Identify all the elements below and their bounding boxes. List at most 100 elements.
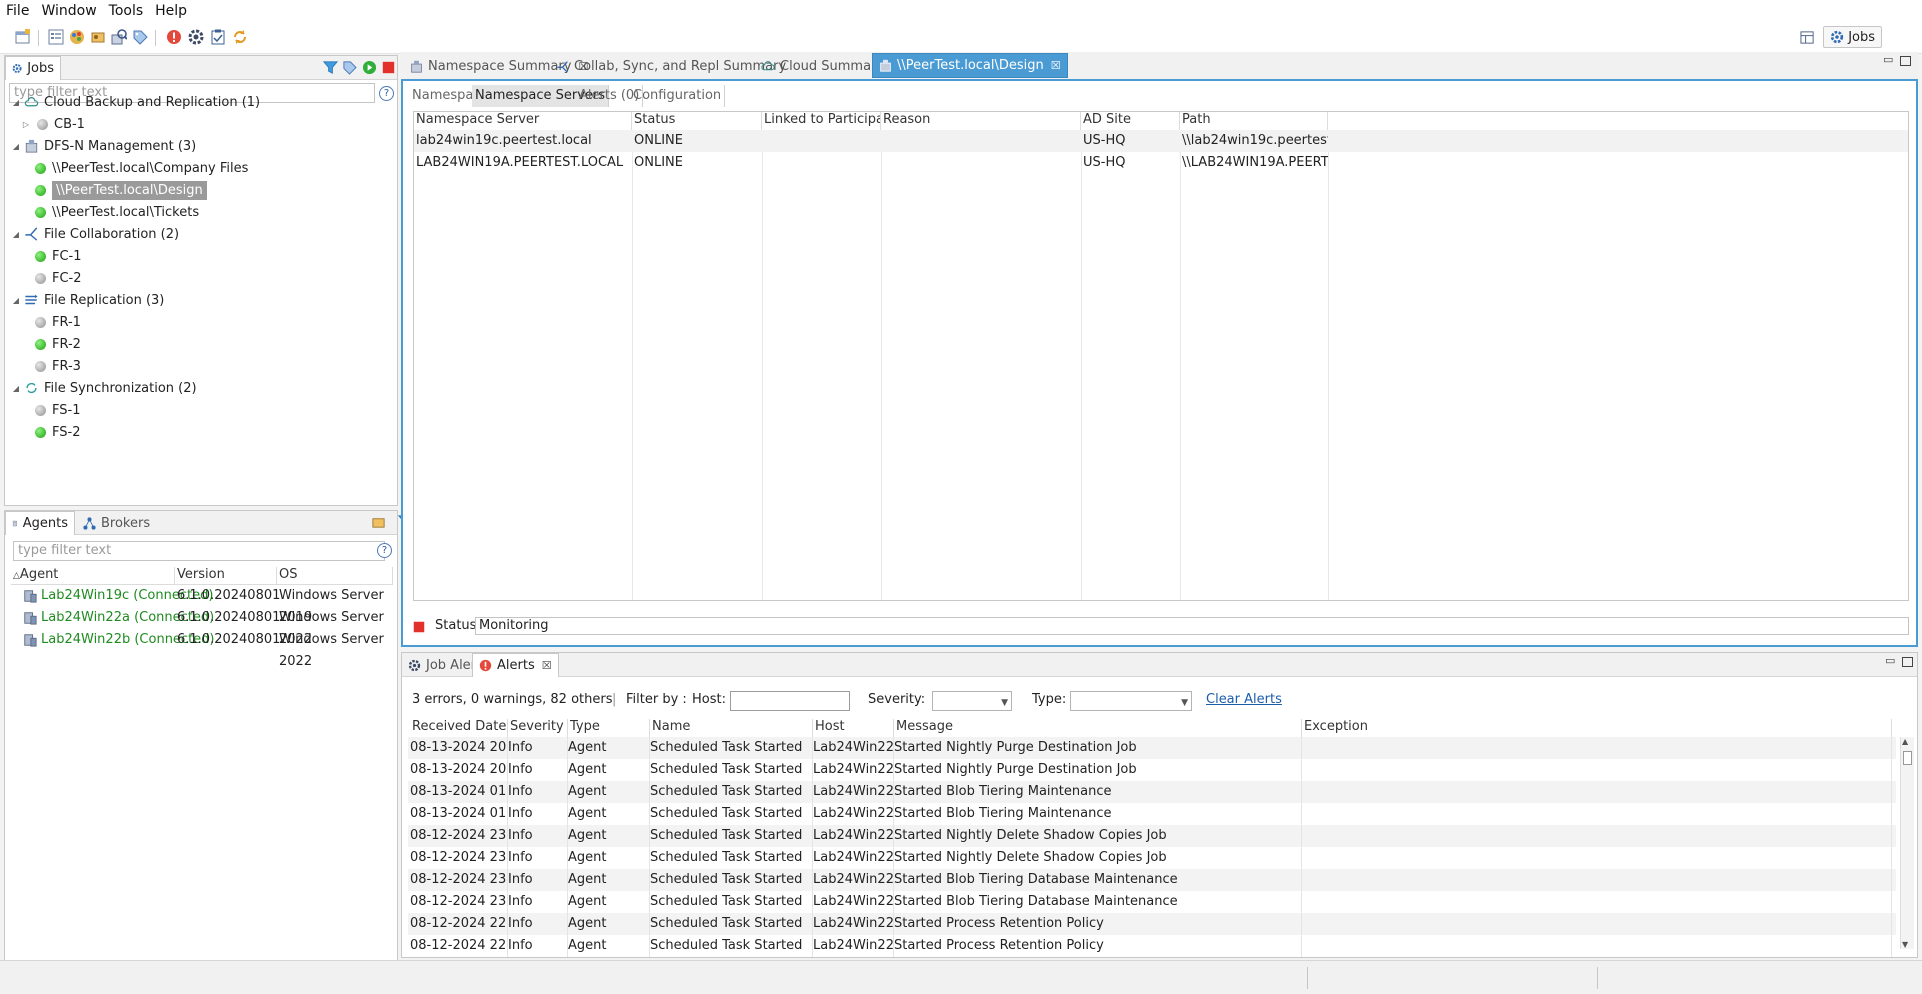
alert-row[interactable]: 08-13-2024 01:00InfoAgentScheduled Task … xyxy=(408,781,1896,803)
menu-tools[interactable]: Tools xyxy=(103,3,150,19)
stop-monitoring-icon[interactable] xyxy=(413,621,425,633)
agent-row[interactable]: Lab24Win22a (Connected) 6.1.0.20240801 Win… xyxy=(11,607,393,647)
open-perspective-icon[interactable] xyxy=(1800,30,1815,45)
minimize-icon[interactable]: ▭ xyxy=(1883,53,1893,66)
column-header[interactable]: Received Date xyxy=(410,719,508,737)
alerts-scrollbar[interactable]: ▲ ▼ xyxy=(1900,737,1914,949)
column-header[interactable]: Namespace Server xyxy=(414,112,632,130)
tab-design-namespace[interactable]: \\PeerTest.local\Design ☒ xyxy=(872,53,1068,78)
tree-job-item[interactable]: FS-1 xyxy=(35,400,80,420)
stop-job-icon[interactable] xyxy=(382,61,395,74)
help-icon[interactable]: ? xyxy=(379,86,394,101)
expand-icon[interactable]: ▷ xyxy=(21,120,31,129)
tree-job-item[interactable]: \\PeerTest.local\Company Files xyxy=(35,158,248,178)
start-job-icon[interactable] xyxy=(362,60,377,75)
key-icon[interactable] xyxy=(90,29,106,45)
type-select[interactable]: ▼ xyxy=(1070,691,1192,711)
subtab-configuration[interactable]: Configuration xyxy=(630,85,726,107)
tab-brokers[interactable]: Brokers xyxy=(77,511,156,535)
tree-job-item[interactable]: ▷ CB-1 xyxy=(21,114,85,134)
menu-window[interactable]: Window xyxy=(35,3,102,19)
column-header[interactable]: Path xyxy=(1180,112,1328,130)
tag-icon[interactable] xyxy=(132,29,148,45)
error-alert-icon[interactable] xyxy=(166,29,182,45)
column-header[interactable]: Host xyxy=(813,719,894,737)
column-header[interactable]: Type xyxy=(568,719,650,737)
help-icon[interactable]: ? xyxy=(377,543,392,558)
tree-job-item[interactable]: FC-2 xyxy=(35,268,82,288)
alert-row[interactable]: 08-13-2024 20:10InfoAgentScheduled Task … xyxy=(408,759,1896,781)
key-icon[interactable] xyxy=(371,515,386,530)
tree-category[interactable]: ◢ Cloud Backup and Replication (1) xyxy=(11,92,260,112)
tree-category[interactable]: ◢ File Collaboration (2) xyxy=(11,224,179,244)
tag-icon[interactable] xyxy=(342,60,357,75)
collapse-icon[interactable]: ◢ xyxy=(11,296,21,305)
tree-job-item[interactable]: FR-1 xyxy=(35,312,81,332)
severity-select[interactable]: ▼ xyxy=(932,691,1012,711)
refresh-icon[interactable] xyxy=(232,29,248,45)
agents-filter-input[interactable]: type filter text xyxy=(13,541,385,561)
alert-row[interactable]: 08-13-2024 20:10InfoAgentScheduled Task … xyxy=(408,737,1896,759)
column-header[interactable]: Status xyxy=(632,112,762,130)
tree-job-item[interactable]: FR-2 xyxy=(35,334,81,354)
tree-job-item[interactable]: FS-2 xyxy=(35,422,80,442)
tree-category[interactable]: ◢ DFS-N Management (3) xyxy=(11,136,196,156)
column-header[interactable]: Message xyxy=(894,719,1302,737)
agent-row[interactable]: Lab24Win22b (Connected) 6.1.0.20240801 Win… xyxy=(11,629,393,669)
tab-jobs[interactable]: Jobs xyxy=(5,56,61,80)
tree-category[interactable]: ◢ File Synchronization (2) xyxy=(11,378,197,398)
tree-job-item[interactable]: FR-3 xyxy=(35,356,81,376)
column-header[interactable]: Version xyxy=(175,567,277,585)
column-header[interactable]: △Agent xyxy=(11,567,175,585)
scroll-down-icon[interactable]: ▼ xyxy=(1902,940,1908,949)
jobs-perspective-button[interactable]: Jobs xyxy=(1823,26,1882,48)
tab-cloud-summary[interactable]: Cloud Summary xyxy=(755,54,890,78)
minimize-icon[interactable]: ▭ xyxy=(1885,654,1895,667)
agent-row[interactable]: Lab24Win19c (Connected) 6.1.0.20240801 Win… xyxy=(11,585,393,625)
close-icon[interactable]: ☒ xyxy=(542,659,552,672)
job-list-icon[interactable] xyxy=(48,29,64,45)
palette-icon[interactable] xyxy=(69,29,85,45)
column-header[interactable]: Name xyxy=(650,719,813,737)
alert-row[interactable]: 08-13-2024 01:00InfoAgentScheduled Task … xyxy=(408,803,1896,825)
maximize-icon[interactable] xyxy=(1900,56,1911,66)
host-filter-input[interactable] xyxy=(730,691,850,711)
collapse-icon[interactable]: ◢ xyxy=(11,230,21,239)
search-servers-icon[interactable] xyxy=(111,29,127,45)
collapse-icon[interactable]: ◢ xyxy=(11,142,21,151)
tab-alerts[interactable]: Alerts ☒ xyxy=(472,653,559,677)
namespace-server-row[interactable]: lab24win19c.peertest.local ONLINE US-HQ \\l… xyxy=(414,130,1908,152)
column-header[interactable]: OS xyxy=(277,567,393,585)
column-header[interactable]: Severity xyxy=(508,719,568,737)
alert-row[interactable]: 08-12-2024 23:59InfoAgentScheduled Task … xyxy=(408,847,1896,869)
column-header[interactable]: Linked to Participar xyxy=(762,112,881,130)
tree-category[interactable]: ◢ File Replication (3) xyxy=(11,290,164,310)
alert-row[interactable]: 08-12-2024 22:37InfoAgentScheduled Task … xyxy=(408,913,1896,935)
alert-row[interactable]: 08-12-2024 23:30InfoAgentScheduled Task … xyxy=(408,891,1896,913)
scroll-up-icon[interactable]: ▲ xyxy=(1902,737,1908,746)
menu-file[interactable]: File xyxy=(0,3,35,19)
tab-agents[interactable]: Agents xyxy=(5,511,75,535)
column-header[interactable]: Reason xyxy=(881,112,1081,130)
filter-icon[interactable] xyxy=(323,60,338,75)
alert-row[interactable]: 08-12-2024 22:37InfoAgentScheduled Task … xyxy=(408,935,1896,957)
clipboard-check-icon[interactable] xyxy=(210,29,226,45)
alert-row[interactable]: 08-12-2024 23:30InfoAgentScheduled Task … xyxy=(408,869,1896,891)
maximize-icon[interactable] xyxy=(1902,657,1913,667)
collapse-icon[interactable]: ◢ xyxy=(11,98,21,107)
menu-help[interactable]: Help xyxy=(149,3,193,19)
tree-job-item[interactable]: FC-1 xyxy=(35,246,82,266)
tree-job-item[interactable]: \\PeerTest.local\Design xyxy=(35,180,207,200)
clear-alerts-link[interactable]: Clear Alerts xyxy=(1206,689,1282,711)
collapse-icon[interactable]: ◢ xyxy=(11,384,21,393)
alert-row[interactable]: 08-12-2024 23:59InfoAgentScheduled Task … xyxy=(408,825,1896,847)
scrollbar-thumb[interactable] xyxy=(1903,751,1912,765)
namespace-server-row[interactable]: LAB24WIN19A.PEERTEST.LOCAL ONLINE US-HQ \\L… xyxy=(414,152,1908,174)
column-header[interactable]: AD Site xyxy=(1081,112,1180,130)
tree-job-item[interactable]: \\PeerTest.local\Tickets xyxy=(35,202,199,222)
column-header[interactable]: Exception xyxy=(1302,719,1892,737)
job-status-icon xyxy=(35,316,46,328)
gear-icon[interactable] xyxy=(188,29,204,45)
new-window-icon[interactable] xyxy=(15,29,31,45)
close-icon[interactable]: ☒ xyxy=(1051,59,1061,72)
